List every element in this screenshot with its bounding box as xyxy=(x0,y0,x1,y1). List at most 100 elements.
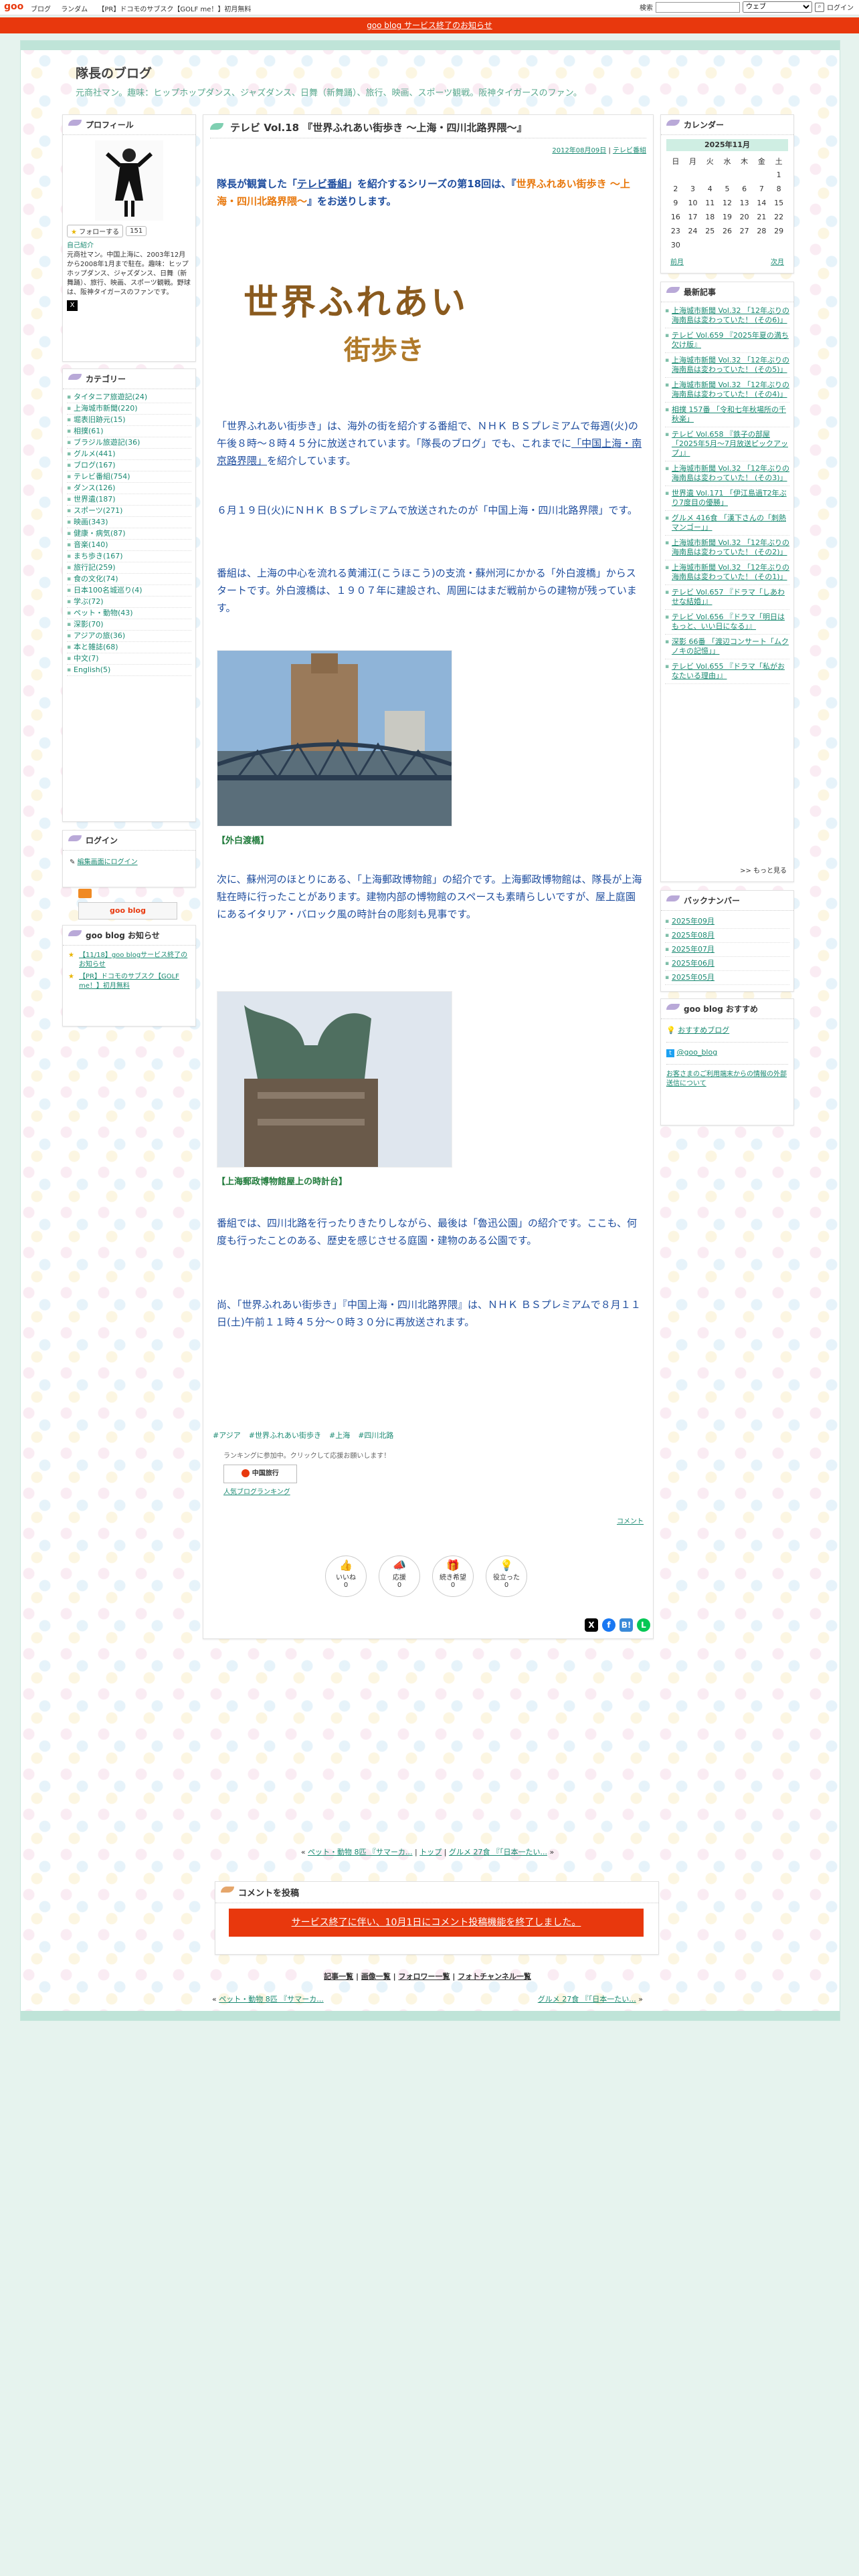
recent-post-item[interactable]: 世界遺 Vol.171 「伊江島過T2年ぶり7度目の優勝」 xyxy=(665,489,789,511)
footer-link[interactable]: 画像一覧 xyxy=(361,1972,391,1981)
tv-program-link[interactable]: テレビ番組 xyxy=(297,178,347,190)
line-share-icon[interactable]: L xyxy=(637,1618,650,1632)
category-item[interactable]: タイタニア旅遊記(24) xyxy=(67,392,191,403)
external-transmission-link[interactable]: お客さまのご利用端末からの情報の外部送信について xyxy=(666,1071,787,1087)
category-item[interactable]: 学ぶ(72) xyxy=(67,597,191,608)
category-item[interactable]: 健康・病気(87) xyxy=(67,528,191,540)
top-link-blog[interactable]: ブログ xyxy=(31,6,51,13)
footer-link[interactable]: フォロワー一覧 xyxy=(399,1972,450,1981)
category-item[interactable]: 堀表旧跡元(15) xyxy=(67,415,191,426)
footer-prev-link[interactable]: ペット・動物 8匹 『サマーカ... xyxy=(219,1995,323,2004)
facebook-share-icon[interactable]: f xyxy=(602,1618,615,1632)
recommend-blog-link[interactable]: おすすめブログ xyxy=(678,1026,729,1035)
recent-post-item[interactable]: テレビ Vol.658 『鉄子の部屋 「2025年5月〜7月放送ピックアップ」』 xyxy=(665,430,789,461)
category-item[interactable]: 中文(7) xyxy=(67,653,191,665)
reaction-helpful-button[interactable]: 💡 役立った 0 xyxy=(486,1555,527,1597)
category-item[interactable]: まち歩き(167) xyxy=(67,551,191,562)
top-link-pr[interactable]: 【PR】ドコモのサブスク【GOLF me！】初月無料 xyxy=(98,6,251,13)
ranking-link[interactable]: 人気ブログランキング xyxy=(223,1486,290,1496)
follow-button[interactable]: ★ フォローする xyxy=(67,225,124,237)
clock-tower-photo[interactable] xyxy=(217,991,452,1168)
article-title[interactable]: テレビ Vol.18 『世界ふれあい街歩き 〜上海・四川北路界隈〜』 xyxy=(230,120,527,134)
recent-post-item[interactable]: テレビ Vol.655 『ドラマ「私がおなたいる理由」』 xyxy=(665,662,789,684)
comment-closed-notice[interactable]: サービス終了に伴い、10月1日にコメント投稿機能を終了しました。 xyxy=(229,1909,644,1937)
top-link[interactable]: トップ xyxy=(419,1848,442,1856)
goo-blog-badge[interactable]: goo blog xyxy=(78,902,177,920)
footer-link[interactable]: フォトチャンネル一覧 xyxy=(458,1972,531,1981)
prev-article-link[interactable]: ペット・動物 8匹 『サマーカ... xyxy=(308,1848,412,1856)
comment-link[interactable]: コメント xyxy=(617,1515,644,1525)
article-category[interactable]: テレビ番組 xyxy=(613,147,646,154)
blog-title[interactable]: 隊長のブログ xyxy=(76,64,582,82)
recent-post-item[interactable]: 深影 66番 「渡辺コンサート「ムクノキの記憶」」 xyxy=(665,637,789,659)
recent-post-item[interactable]: テレビ Vol.657 『ドラマ「しあわせな結婚」』 xyxy=(665,588,789,610)
category-item[interactable]: 日本100名城巡り(4) xyxy=(67,585,191,597)
intro-link[interactable]: 自己紹介 xyxy=(67,241,191,251)
search-input[interactable] xyxy=(656,1,740,13)
backnumber-item[interactable]: 2025年05月 xyxy=(665,971,789,985)
category-item[interactable]: English(5) xyxy=(67,665,191,676)
recent-post-item[interactable]: 上海城市新聞 Vol.32 「12年ぶりの海南島は変わっていた！ (その5)」 xyxy=(665,356,789,378)
reaction-cheer-button[interactable]: 📣 応援 0 xyxy=(379,1555,420,1597)
search-icon[interactable]: ⌕ xyxy=(815,2,824,12)
service-end-link[interactable]: goo blog サービス終了のお知らせ xyxy=(367,21,492,30)
category-item[interactable]: アジアの旅(36) xyxy=(67,631,191,642)
recent-post-item[interactable]: グルメ 416食 「漢下さんの「刺熱マンゴー」」 xyxy=(665,514,789,536)
reaction-like-button[interactable]: 👍 いいね 0 xyxy=(325,1555,367,1597)
ranking-badge[interactable]: 中国旅行 xyxy=(223,1465,297,1483)
recent-post-item[interactable]: 上海城市新聞 Vol.32 「12年ぶりの海南島は変わっていた！ (その4)」 xyxy=(665,381,789,403)
x-share-icon[interactable]: X xyxy=(67,300,78,311)
tag-link[interactable]: #上海 xyxy=(329,1430,350,1440)
tag-link[interactable]: #四川北路 xyxy=(358,1430,393,1440)
recent-post-item[interactable]: 上海城市新聞 Vol.32 「12年ぶりの海南島は変わっていた！ (その6)」 xyxy=(665,306,789,328)
profile-avatar[interactable] xyxy=(95,140,163,221)
category-item[interactable]: 食の文化(74) xyxy=(67,574,191,585)
category-item[interactable]: 深影(70) xyxy=(67,619,191,631)
category-item[interactable]: 本と雑誌(68) xyxy=(67,642,191,653)
recent-post-item[interactable]: 上海城市新聞 Vol.32 「12年ぶりの海南島は変わっていた！ (その3)」 xyxy=(665,464,789,486)
category-item[interactable]: 映画(343) xyxy=(67,517,191,528)
footer-link[interactable]: 記事一覧 xyxy=(324,1972,353,1981)
category-item[interactable]: グルメ(441) xyxy=(67,449,191,460)
search-scope-select[interactable]: ウェブ xyxy=(743,1,812,13)
recent-post-item[interactable]: 上海城市新聞 Vol.32 「12年ぶりの海南島は変わっていた！ (その1)」 xyxy=(665,563,789,585)
more-posts-link[interactable]: >> もっと見る xyxy=(740,865,787,875)
category-item[interactable]: テレビ番組(754) xyxy=(67,471,191,483)
goo-blog-twitter-link[interactable]: @goo_blog xyxy=(677,1048,718,1057)
news-item[interactable]: 【11/18】goo blogサービス終了のお知らせ xyxy=(79,952,187,968)
category-item[interactable]: 音楽(140) xyxy=(67,540,191,551)
tag-link[interactable]: #アジア xyxy=(213,1430,241,1440)
tag-link[interactable]: #世界ふれあい街歩き xyxy=(249,1430,321,1440)
next-month-link[interactable]: 次月 xyxy=(771,256,784,266)
category-item[interactable]: スポーツ(271) xyxy=(67,506,191,517)
recent-post-item[interactable]: 上海城市新聞 Vol.32 「12年ぶりの海南島は変わっていた！ (その2)」 xyxy=(665,538,789,560)
login-link[interactable]: ログイン xyxy=(827,2,854,12)
edit-login-link[interactable]: 編集画面にログイン xyxy=(78,859,138,866)
next-article-link[interactable]: グルメ 27食 『「日本一たい... xyxy=(449,1848,547,1856)
prev-month-link[interactable]: 前月 xyxy=(670,256,684,266)
recent-post-item[interactable]: テレビ Vol.656 『ドラマ「明日はもっと、いい日になる」』 xyxy=(665,613,789,635)
category-item[interactable]: ダンス(126) xyxy=(67,483,191,494)
rss-icon[interactable] xyxy=(78,889,92,898)
hatena-share-icon[interactable]: B! xyxy=(619,1618,633,1632)
category-item[interactable]: ブログ(167) xyxy=(67,460,191,471)
category-item[interactable]: 世界遺(187) xyxy=(67,494,191,506)
category-item[interactable]: 上海城市新聞(220) xyxy=(67,403,191,415)
footer-next-link[interactable]: グルメ 27食 『「日本一たい... xyxy=(538,1995,636,2004)
reaction-more-button[interactable]: 🎁 続き希望 0 xyxy=(432,1555,474,1597)
category-item[interactable]: 旅行記(259) xyxy=(67,562,191,574)
recent-post-item[interactable]: 相撲 157番 「令和七年秋場所の千秋楽」 xyxy=(665,405,789,427)
recent-post-item[interactable]: テレビ Vol.659 『2025年夏の満ち欠け版』 xyxy=(665,331,789,353)
x-share-icon[interactable]: X xyxy=(585,1618,598,1632)
top-link-random[interactable]: ランダム xyxy=(61,6,88,13)
category-item[interactable]: ペット・動物(43) xyxy=(67,608,191,619)
backnumber-item[interactable]: 2025年08月 xyxy=(665,929,789,943)
news-item[interactable]: 【PR】ドコモのサブスク【GOLF me！】初月無料 xyxy=(79,973,179,990)
backnumber-item[interactable]: 2025年06月 xyxy=(665,957,789,971)
backnumber-item[interactable]: 2025年07月 xyxy=(665,943,789,957)
backnumber-item[interactable]: 2025年09月 xyxy=(665,915,789,929)
bridge-photo[interactable] xyxy=(217,650,452,827)
category-item[interactable]: 相撲(61) xyxy=(67,426,191,437)
article-date[interactable]: 2012年08月09日 xyxy=(552,147,606,154)
category-item[interactable]: ブラジル旅遊記(36) xyxy=(67,437,191,449)
